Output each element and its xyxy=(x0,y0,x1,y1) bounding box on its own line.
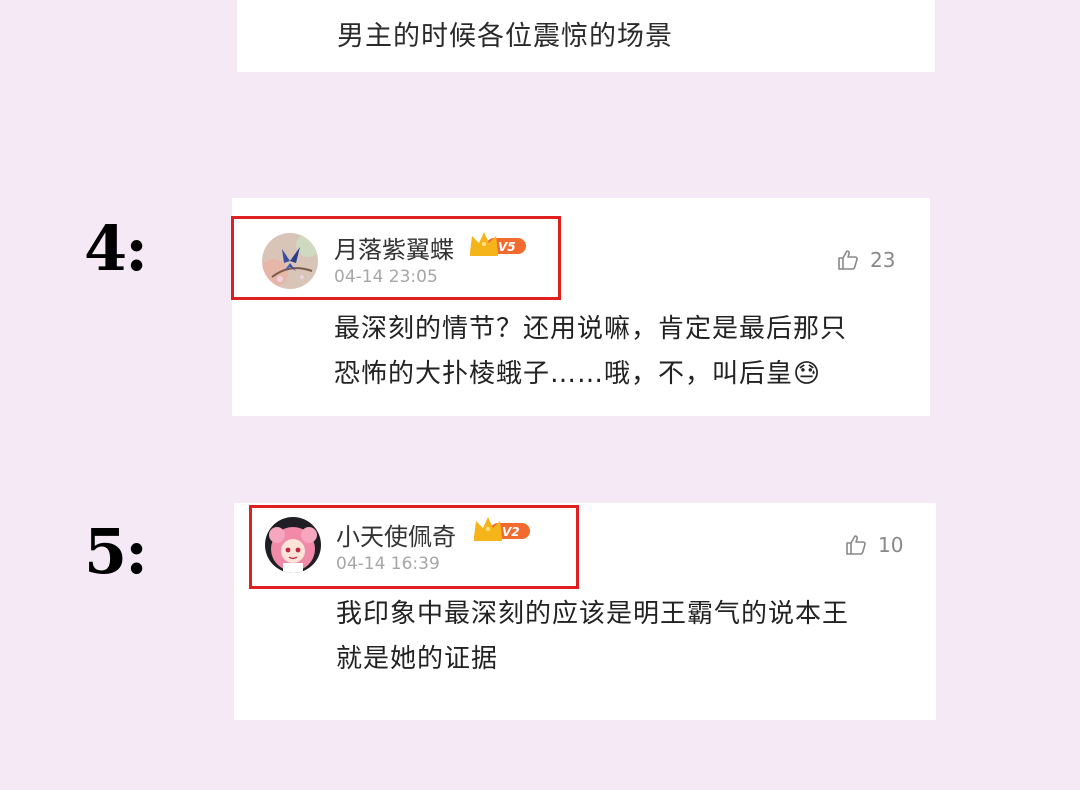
entry-number-4: 4: xyxy=(84,212,148,285)
comment-text-tail: 男主的时候各位震惊的场景 xyxy=(337,21,673,52)
comment-card-3: 男主的时候各位震惊的场景 xyxy=(237,0,935,72)
highlight-box-5 xyxy=(249,505,579,589)
comment-line-1: 最深刻的情节？还用说嘛，肯定是最后那只 xyxy=(334,314,848,344)
thumbs-up-icon xyxy=(846,535,866,555)
like-count: 10 xyxy=(878,533,904,557)
like-button[interactable]: 10 xyxy=(844,533,903,557)
comment-line-2: 就是她的证据 xyxy=(336,644,499,674)
comment-body: 我印象中最深刻的应该是明王霸气的说本王 就是她的证据 xyxy=(336,592,926,682)
like-count: 23 xyxy=(870,248,896,272)
highlight-box-4 xyxy=(231,216,561,300)
entry-number-5: 5: xyxy=(84,515,148,588)
like-button[interactable]: 23 xyxy=(836,248,895,272)
comment-body: 最深刻的情节？还用说嘛，肯定是最后那只 恐怖的大扑棱蛾子……哦，不，叫后皇😓 xyxy=(334,307,914,397)
comment-line-2: 恐怖的大扑棱蛾子……哦，不，叫后皇😓 xyxy=(334,359,822,389)
comment-line-1: 我印象中最深刻的应该是明王霸气的说本王 xyxy=(336,599,850,629)
thumbs-up-icon xyxy=(838,250,858,270)
